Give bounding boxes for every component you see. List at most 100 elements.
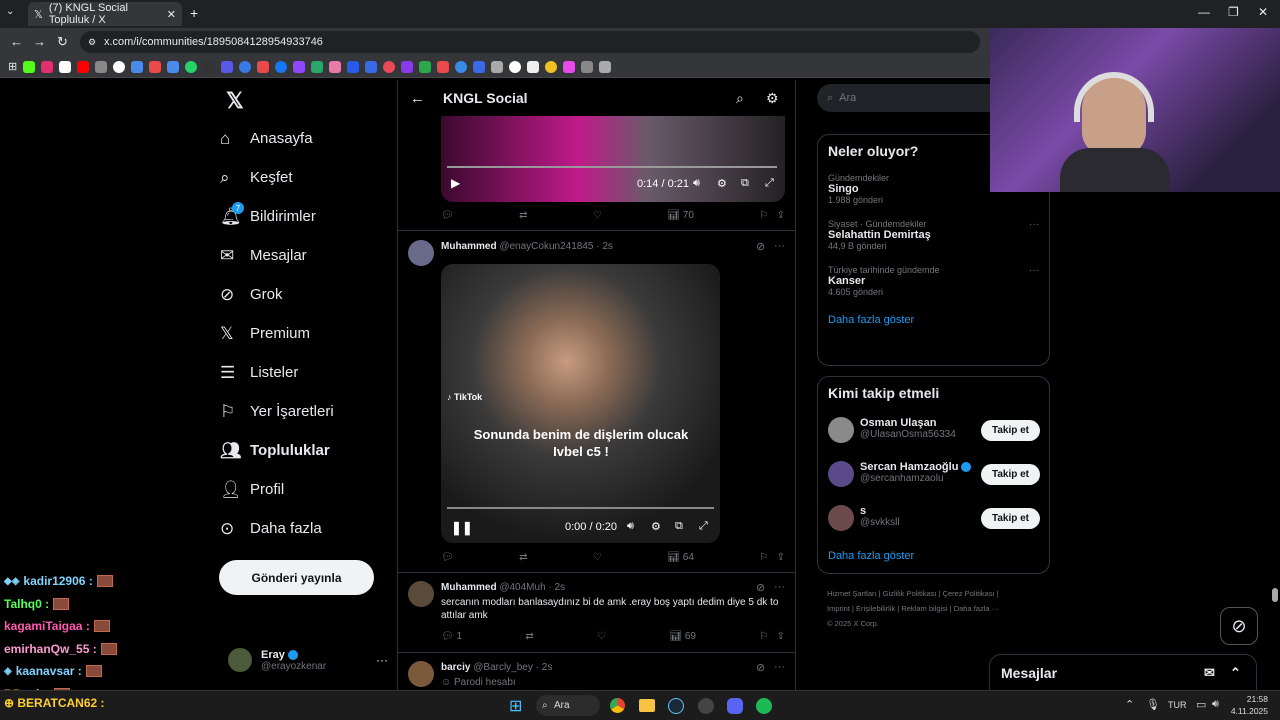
bookmark-icon[interactable] xyxy=(203,60,216,73)
reply-icon[interactable]: 💬︎ xyxy=(441,552,454,563)
nav-home[interactable]: ⌂ Anasayfa xyxy=(220,119,390,158)
gear-icon[interactable]: ⚙ xyxy=(717,177,727,190)
like-icon[interactable]: ♡ xyxy=(593,552,602,563)
more-icon[interactable]: ··· xyxy=(774,581,785,593)
author-name[interactable]: Muhammed xyxy=(441,241,497,252)
author-handle[interactable]: @404Muh xyxy=(499,582,545,593)
volume-icon[interactable]: 🔊︎ xyxy=(1212,698,1219,711)
fullscreen-icon[interactable]: ⤢ xyxy=(699,520,708,533)
avatar[interactable] xyxy=(408,240,434,266)
pip-icon[interactable]: ⧉ xyxy=(675,520,683,533)
spotify-icon[interactable] xyxy=(756,698,772,714)
bookmark-share-icons[interactable]: ⚐ ⇪ xyxy=(759,631,785,642)
address-bar[interactable]: ⚙ x.com/i/communities/189508412895493374… xyxy=(80,31,980,53)
bookmark-whatsapp-icon[interactable] xyxy=(185,60,198,73)
app-icon[interactable] xyxy=(698,698,714,714)
retweet-icon[interactable]: ⇄ xyxy=(525,631,533,642)
tab-list-icon[interactable]: ⌄ xyxy=(6,6,14,17)
site-info-icon[interactable]: ⚙ xyxy=(88,37,96,48)
steam-icon[interactable] xyxy=(668,698,684,714)
views-count[interactable]: 📊︎ 64 xyxy=(667,552,694,563)
like-icon[interactable]: ♡ xyxy=(593,210,602,221)
follow-button[interactable]: Takip et xyxy=(981,508,1040,529)
footer-line[interactable]: Imprint | Erişilebilirlik | Reklam bilgi… xyxy=(827,601,1047,616)
new-message-icon[interactable]: ✉ xyxy=(1204,665,1215,681)
bookmark-icon[interactable] xyxy=(401,60,414,73)
discord-icon[interactable] xyxy=(727,698,743,714)
grok-icon[interactable]: ⊘ xyxy=(756,581,765,594)
footer-line[interactable]: Hizmet Şartları | Gizlilik Politikası | … xyxy=(827,586,1047,601)
volume-icon[interactable]: 🔊︎ xyxy=(627,520,634,533)
chrome-icon[interactable] xyxy=(610,698,625,713)
back-icon[interactable]: ← xyxy=(10,34,23,49)
bookmark-icon[interactable] xyxy=(419,60,432,73)
bookmark-instagram-icon[interactable] xyxy=(41,60,54,73)
bookmark-icon[interactable] xyxy=(113,60,126,73)
bookmark-icon[interactable] xyxy=(491,60,504,73)
reply-icon[interactable]: 💬︎ xyxy=(441,210,454,221)
bookmark-icon[interactable] xyxy=(581,60,594,73)
grok-icon[interactable]: ⊘ xyxy=(756,661,765,674)
fullscreen-icon[interactable]: ⤢ xyxy=(765,177,774,190)
avatar[interactable] xyxy=(408,581,434,607)
minimize-icon[interactable]: — xyxy=(1198,5,1210,19)
trend-item[interactable]: Türkiye tarihinde gündemde Kanser 4.605 … xyxy=(828,265,1039,297)
bookmark-icon[interactable] xyxy=(311,60,324,73)
bookmark-share-icons[interactable]: ⚐ ⇪ xyxy=(759,552,785,563)
bookmark-kick-icon[interactable] xyxy=(23,60,36,73)
nav-more[interactable]: ⊙ Daha fazla xyxy=(220,509,390,548)
pause-icon[interactable]: ❚❚ xyxy=(451,520,473,536)
gear-icon[interactable]: ⚙ xyxy=(651,520,661,533)
language-indicator[interactable]: TUR xyxy=(1168,700,1187,710)
reload-icon[interactable]: ↻ xyxy=(57,34,68,50)
apps-icon[interactable]: ⊞ xyxy=(8,60,17,73)
grok-button[interactable]: ⊘ xyxy=(1220,607,1258,645)
show-more-link[interactable]: Daha fazla göster xyxy=(828,314,1039,326)
more-icon[interactable]: ··· xyxy=(774,661,785,673)
messages-drawer[interactable]: Mesajlar ✉ ⌃ xyxy=(989,654,1257,690)
bookmark-icon[interactable] xyxy=(437,60,450,73)
nav-profile[interactable]: 👤︎ Profil xyxy=(220,470,390,509)
bookmark-icon[interactable] xyxy=(527,60,540,73)
show-more-link[interactable]: Daha fazla göster xyxy=(828,550,914,562)
settings-icon[interactable]: ⚙ xyxy=(766,90,779,107)
bookmark-icon[interactable] xyxy=(509,60,522,73)
bookmark-share-icons[interactable]: ⚐ ⇪ xyxy=(759,210,785,221)
post-button[interactable]: Gönderi yayınla xyxy=(219,560,374,595)
views-count[interactable]: 📊︎ 70 xyxy=(667,210,694,221)
tweet-video[interactable]: ▶ 0:14 / 0:21 🔊︎ ⚙ ⧉ ⤢ xyxy=(441,116,785,202)
trend-item[interactable]: Siyaset · Gündemdekiler Selahattin Demir… xyxy=(828,219,1039,251)
volume-icon[interactable]: 🔊︎ xyxy=(693,177,700,190)
play-icon[interactable]: ▶ xyxy=(451,176,460,190)
bookmark-icon[interactable] xyxy=(563,60,576,73)
network-icon[interactable]: ▭ xyxy=(1196,698,1206,711)
maximize-icon[interactable]: ❐ xyxy=(1228,5,1239,19)
video-progress-bar[interactable] xyxy=(447,166,777,168)
browser-tab-active[interactable]: 𝕏 (7) KNGL Social Topluluk / X ✕ xyxy=(28,2,182,26)
retweet-icon[interactable]: ⇄ xyxy=(519,210,527,221)
bookmark-icon[interactable] xyxy=(545,60,558,73)
mic-icon[interactable]: 🎙︎ xyxy=(1146,698,1160,711)
nav-communities[interactable]: 👥︎ Topluluklar xyxy=(220,431,390,470)
follow-suggestion[interactable]: s @svkksll Takip et xyxy=(828,505,1040,535)
views-count[interactable]: 📊︎ 69 xyxy=(669,631,696,642)
new-tab-icon[interactable]: + xyxy=(190,5,198,21)
bookmark-icon[interactable] xyxy=(131,60,144,73)
more-icon[interactable]: ··· xyxy=(1029,265,1039,276)
avatar[interactable] xyxy=(408,661,434,687)
bookmark-icon[interactable] xyxy=(365,60,378,73)
bookmark-icon[interactable] xyxy=(383,60,396,73)
reply-count[interactable]: 💬︎ 1 xyxy=(441,631,462,642)
bookmark-icon[interactable] xyxy=(167,60,180,73)
tray-chevron-icon[interactable]: ⌃ xyxy=(1125,698,1134,711)
bookmark-icon[interactable] xyxy=(239,60,252,73)
x-logo-icon[interactable]: 𝕏 xyxy=(226,88,244,114)
more-icon[interactable]: ··· xyxy=(1029,219,1039,230)
search-icon[interactable]: ⌕ xyxy=(736,90,744,107)
author-name[interactable]: Muhammed xyxy=(441,582,497,593)
nav-messages[interactable]: ✉ Mesajlar xyxy=(220,236,390,275)
bookmark-icon[interactable] xyxy=(599,60,612,73)
author-name[interactable]: barciy xyxy=(441,662,470,673)
nav-grok[interactable]: ⊘ Grok xyxy=(220,275,390,314)
bookmark-icon[interactable] xyxy=(149,60,162,73)
